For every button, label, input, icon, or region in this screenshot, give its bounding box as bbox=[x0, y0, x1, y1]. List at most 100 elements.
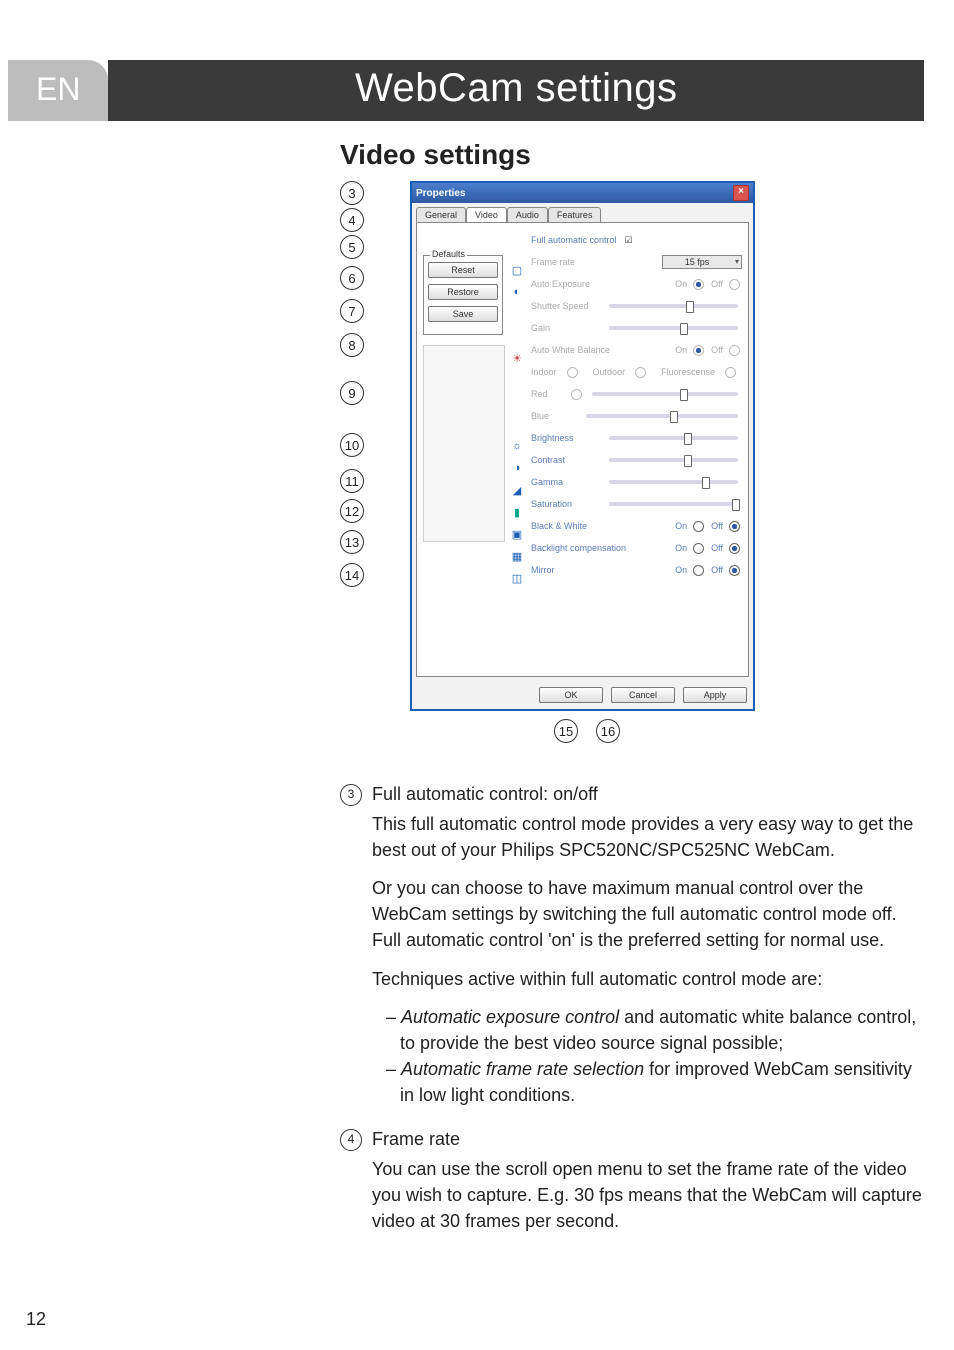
backlight-off-radio[interactable] bbox=[729, 543, 740, 554]
callout-8: 8 bbox=[340, 333, 364, 357]
exposure-icon: ◐ bbox=[514, 281, 521, 303]
callout-10: 10 bbox=[340, 433, 364, 457]
gamma-icon: ◢ bbox=[513, 479, 521, 501]
callout-14: 14 bbox=[340, 563, 364, 587]
white-balance-icon: ☀ bbox=[512, 347, 522, 369]
auto-exposure-on-radio[interactable] bbox=[693, 279, 704, 290]
icon-strip: ▢ ◐ ☀ ☼ ◑ ◢ ▮ ▣ ▦ ◫ bbox=[509, 229, 525, 670]
full-auto-label: Full automatic control bbox=[531, 235, 617, 245]
contrast-slider[interactable] bbox=[609, 458, 738, 462]
contrast-icon: ◑ bbox=[514, 457, 521, 479]
entry-paragraph: You can use the scroll open menu to set … bbox=[372, 1156, 924, 1234]
fluorescence-radio[interactable] bbox=[725, 367, 736, 378]
close-icon[interactable]: × bbox=[733, 185, 749, 201]
entry-heading: Frame rate bbox=[372, 1126, 924, 1152]
page-number: 12 bbox=[26, 1309, 46, 1330]
auto-exposure-label: Auto Exposure bbox=[531, 279, 590, 289]
restore-button[interactable]: Restore bbox=[428, 284, 498, 300]
language-chip: EN bbox=[8, 60, 108, 121]
shutter-speed-label: Shutter Speed bbox=[531, 301, 601, 311]
backlight-on-radio[interactable] bbox=[693, 543, 704, 554]
fluorescence-label: Fluorescense bbox=[661, 367, 715, 377]
outdoor-label: Outdoor bbox=[593, 367, 626, 377]
saturation-label: Saturation bbox=[531, 499, 601, 509]
save-button[interactable]: Save bbox=[428, 306, 498, 322]
callout-9: 9 bbox=[340, 381, 364, 405]
off-label: Off bbox=[711, 279, 723, 289]
dialog-title: Properties bbox=[416, 188, 465, 199]
full-auto-checkbox[interactable]: ☑ bbox=[625, 235, 633, 246]
brightness-slider[interactable] bbox=[609, 436, 738, 440]
auto-exposure-off-radio[interactable] bbox=[729, 279, 740, 290]
saturation-slider[interactable] bbox=[609, 502, 738, 506]
callout-15: 15 bbox=[554, 719, 578, 743]
saturation-icon: ▮ bbox=[514, 501, 520, 523]
bw-on-radio[interactable] bbox=[693, 521, 704, 532]
blue-slider[interactable] bbox=[586, 414, 738, 418]
apply-button[interactable]: Apply bbox=[683, 687, 747, 703]
contrast-label: Contrast bbox=[531, 455, 601, 465]
indoor-radio[interactable] bbox=[567, 367, 578, 378]
entry-number: 4 bbox=[340, 1129, 362, 1151]
entry-bullet: – Automatic frame rate selection for imp… bbox=[400, 1056, 924, 1108]
defaults-legend: Defaults bbox=[430, 249, 467, 259]
bw-label: Black & White bbox=[531, 521, 587, 531]
callout-13: 13 bbox=[340, 530, 364, 554]
mirror-label: Mirror bbox=[531, 565, 555, 575]
ok-button[interactable]: OK bbox=[539, 687, 603, 703]
on-label: On bbox=[675, 279, 687, 289]
backlight-icon: ▦ bbox=[512, 545, 522, 567]
entry-4: 4 Frame rate You can use the scroll open m… bbox=[340, 1126, 924, 1246]
tab-audio[interactable]: Audio bbox=[507, 207, 548, 222]
properties-dialog: Properties × GeneralVideoAudioFeatures D… bbox=[410, 181, 755, 711]
entry-heading: Full automatic control: on/off bbox=[372, 781, 924, 807]
callout-16: 16 bbox=[596, 719, 620, 743]
gain-label: Gain bbox=[531, 323, 601, 333]
bw-icon: ▣ bbox=[512, 523, 522, 545]
cancel-button[interactable]: Cancel bbox=[611, 687, 675, 703]
red-label: Red bbox=[531, 389, 561, 399]
entry-paragraph: This full automatic control mode provide… bbox=[372, 811, 924, 863]
callout-4: 4 bbox=[340, 208, 364, 232]
mirror-icon: ◫ bbox=[512, 567, 522, 589]
tab-features[interactable]: Features bbox=[548, 207, 602, 222]
frame-rate-label: Frame rate bbox=[531, 257, 575, 267]
preview-area bbox=[423, 345, 505, 542]
mirror-off-radio[interactable] bbox=[729, 565, 740, 576]
red-radio[interactable] bbox=[571, 389, 582, 400]
backlight-label: Backlight compensation bbox=[531, 543, 626, 553]
callout-5: 5 bbox=[340, 235, 364, 259]
tab-general[interactable]: General bbox=[416, 207, 466, 222]
page-title: WebCam settings bbox=[108, 60, 924, 121]
entry-paragraph: Or you can choose to have maximum manual… bbox=[372, 875, 924, 953]
tab-video[interactable]: Video bbox=[466, 207, 507, 222]
shutter-slider[interactable] bbox=[609, 304, 738, 308]
entry-number: 3 bbox=[340, 784, 362, 806]
entry-paragraph: Techniques active within full automatic … bbox=[372, 966, 924, 992]
callout-7: 7 bbox=[340, 299, 364, 323]
outdoor-radio[interactable] bbox=[635, 367, 646, 378]
frame-rate-select[interactable]: 15 fps bbox=[662, 255, 742, 269]
brightness-label: Brightness bbox=[531, 433, 601, 443]
reset-button[interactable]: Reset bbox=[428, 262, 498, 278]
auto-wb-label: Auto White Balance bbox=[531, 345, 610, 355]
bw-off-radio[interactable] bbox=[729, 521, 740, 532]
callout-3: 3 bbox=[340, 181, 364, 205]
frame-icon: ▢ bbox=[512, 259, 522, 281]
auto-wb-on-radio[interactable] bbox=[693, 345, 704, 356]
brightness-icon: ☼ bbox=[512, 435, 522, 457]
mirror-on-radio[interactable] bbox=[693, 565, 704, 576]
callout-6: 6 bbox=[340, 266, 364, 290]
gamma-label: Gamma bbox=[531, 477, 601, 487]
indoor-label: Indoor bbox=[531, 367, 557, 377]
red-slider[interactable] bbox=[592, 392, 738, 396]
auto-wb-off-radio[interactable] bbox=[729, 345, 740, 356]
callout-12: 12 bbox=[340, 499, 364, 523]
gamma-slider[interactable] bbox=[609, 480, 738, 484]
gain-slider[interactable] bbox=[609, 326, 738, 330]
blue-label: Blue bbox=[531, 411, 561, 421]
section-heading: Video settings bbox=[340, 139, 924, 171]
callout-11: 11 bbox=[340, 469, 364, 493]
entry-3: 3 Full automatic control: on/off This full… bbox=[340, 781, 924, 1108]
entry-bullet: – Automatic exposure control and automat… bbox=[400, 1004, 924, 1056]
